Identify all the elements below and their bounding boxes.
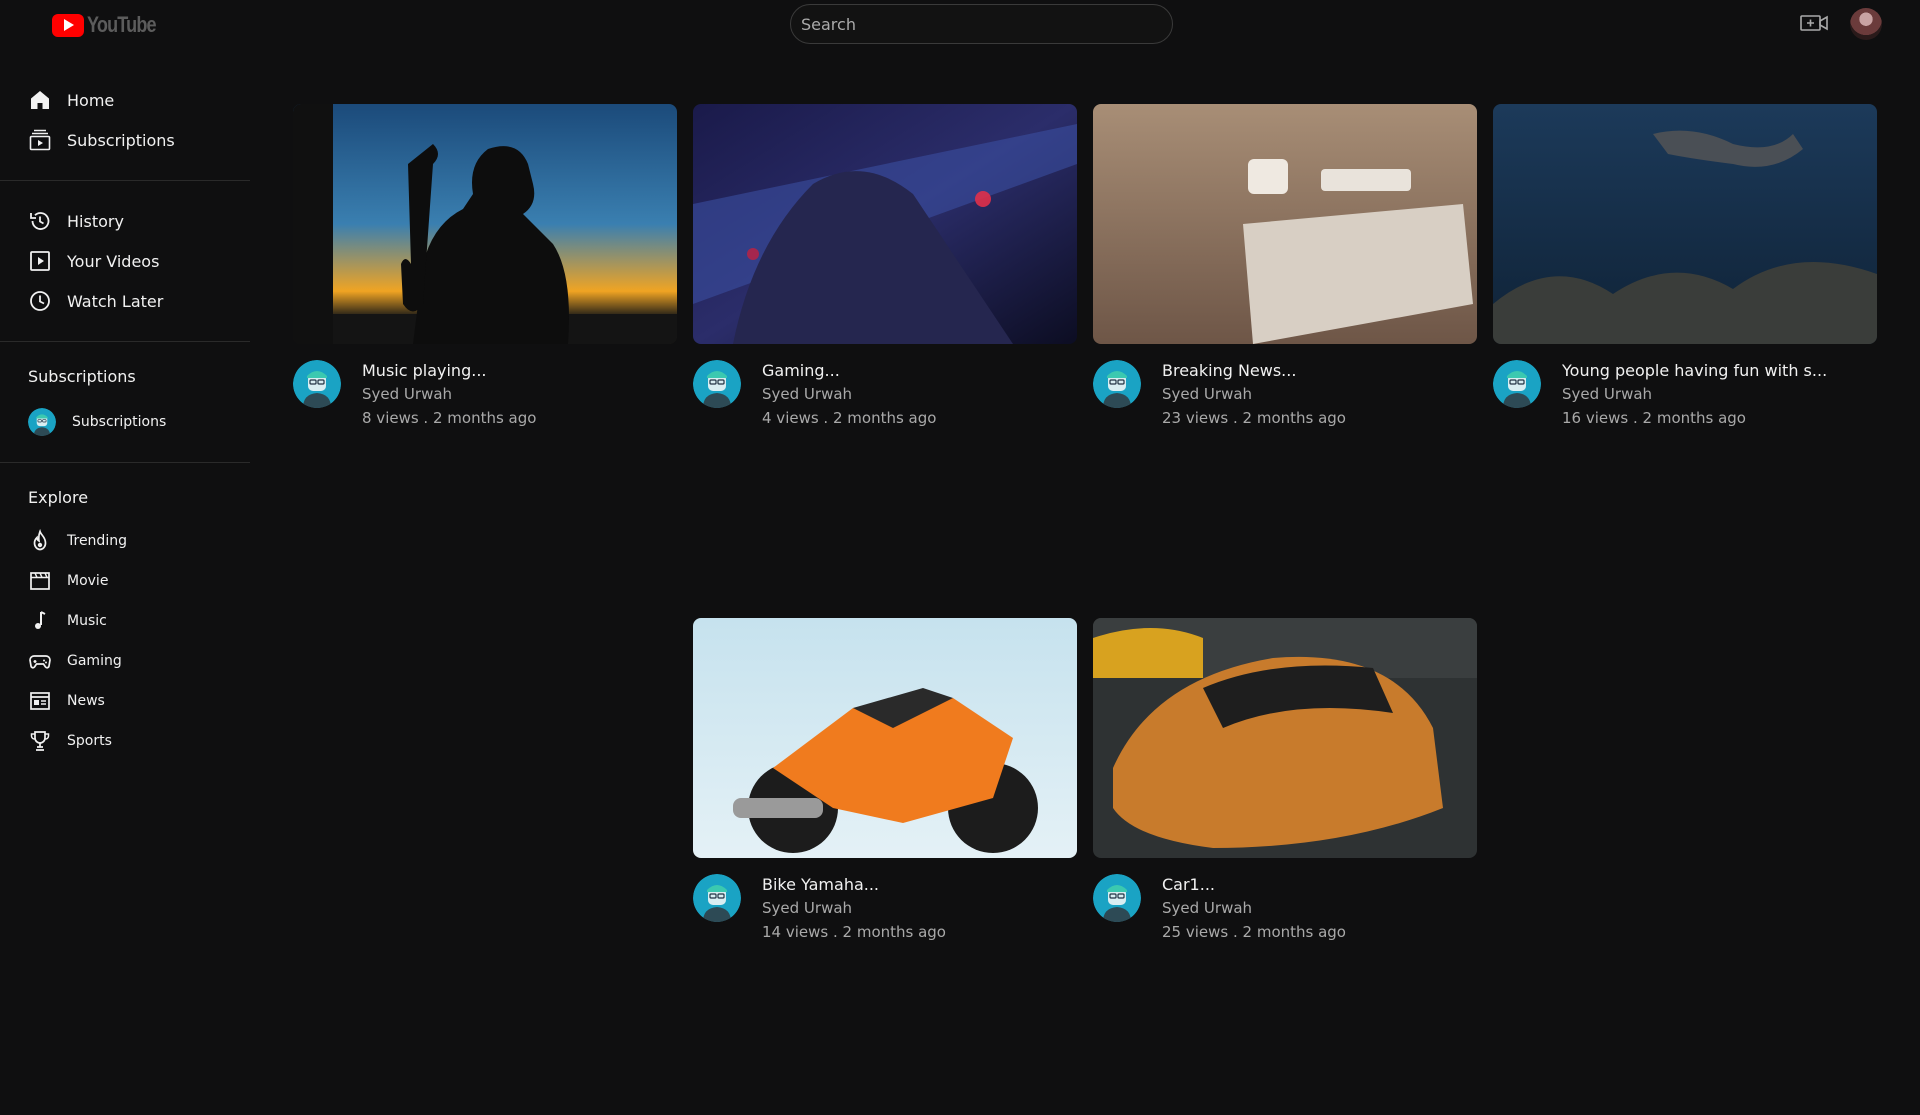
newspaper-icon [30, 692, 50, 710]
clapperboard-icon [30, 572, 50, 590]
channel-name[interactable]: Syed Urwah [1162, 896, 1346, 921]
fire-icon [33, 529, 47, 551]
video-camera-plus-icon[interactable] [1800, 13, 1828, 33]
sidebar: Home Subscriptions History Your Videos W… [0, 80, 250, 761]
sidebar-item-sports[interactable]: Sports [0, 721, 250, 761]
channel-name[interactable]: Syed Urwah [1162, 382, 1346, 407]
trophy-icon [30, 731, 50, 751]
sidebar-item-label: Gaming [67, 653, 122, 669]
sidebar-item-label: Sports [67, 733, 112, 749]
channel-avatar[interactable] [1493, 360, 1541, 408]
sidebar-divider [0, 462, 250, 463]
video-card[interactable]: Car1... Syed Urwah 25 views . 2 months a… [1093, 618, 1477, 943]
search-input[interactable] [790, 4, 1173, 44]
sidebar-item-watch-later[interactable]: Watch Later [0, 281, 250, 321]
video-stats: 4 views . 2 months ago [762, 409, 937, 427]
video-card[interactable]: Bike Yamaha... Syed Urwah 14 views . 2 m… [693, 618, 1077, 943]
sidebar-item-music[interactable]: Music [0, 601, 250, 641]
sidebar-item-label: News [67, 693, 105, 709]
logo-text: YouTube [87, 12, 157, 37]
video-thumbnail[interactable] [693, 618, 1077, 858]
video-title[interactable]: Gaming... [762, 360, 936, 382]
channel-name[interactable]: Syed Urwah [762, 896, 946, 921]
video-title[interactable]: Music playing... [362, 360, 536, 382]
sidebar-item-label: Subscriptions [67, 130, 175, 150]
sidebar-item-home[interactable]: Home [0, 80, 250, 120]
top-bar: YouTube [0, 0, 1920, 50]
sidebar-item-label: Music [67, 613, 107, 629]
sidebar-item-label: Your Videos [67, 251, 160, 271]
video-stats: 25 views . 2 months ago [1162, 923, 1346, 941]
video-title[interactable]: Car1... [1162, 874, 1346, 896]
video-card[interactable]: Breaking News... Syed Urwah 23 views . 2… [1093, 104, 1477, 429]
sidebar-item-news[interactable]: News [0, 681, 250, 721]
channel-avatar [28, 408, 56, 436]
home-icon [31, 91, 49, 109]
video-thumbnail[interactable] [1493, 104, 1877, 344]
sidebar-item-label: Watch Later [67, 291, 164, 311]
channel-avatar[interactable] [693, 360, 741, 408]
channel-avatar[interactable] [293, 360, 341, 408]
music-note-icon [35, 611, 46, 629]
sidebar-item-label: Trending [67, 533, 127, 549]
channel-name[interactable]: Syed Urwah [362, 382, 536, 407]
channel-avatar[interactable] [1093, 874, 1141, 922]
video-stats: 23 views . 2 months ago [1162, 409, 1346, 427]
history-icon [30, 212, 50, 230]
youtube-play-icon [52, 13, 84, 37]
user-avatar[interactable] [1850, 8, 1882, 40]
sidebar-item-label: Movie [67, 573, 109, 589]
channel-avatar[interactable] [693, 874, 741, 922]
video-stats: 16 views . 2 months ago [1562, 409, 1746, 427]
explore-heading: Explore [28, 488, 89, 507]
sidebar-item-subscriptions[interactable]: Subscriptions [0, 120, 250, 160]
channel-name[interactable]: Syed Urwah [762, 382, 936, 407]
sidebar-item-trending[interactable]: Trending [0, 521, 250, 561]
your-videos-icon [30, 251, 50, 271]
sidebar-item-history[interactable]: History [0, 201, 250, 241]
video-card[interactable]: Music playing... Syed Urwah 8 views . 2 … [293, 104, 677, 429]
sidebar-divider [0, 180, 250, 181]
video-thumbnail[interactable] [1093, 618, 1477, 858]
video-card[interactable]: Young people having fun with s... Syed U… [1493, 104, 1877, 429]
video-title[interactable]: Young people having fun with s... [1562, 360, 1827, 382]
sidebar-item-label: History [67, 211, 124, 231]
subscriptions-heading: Subscriptions [28, 367, 136, 386]
video-title[interactable]: Breaking News... [1162, 360, 1346, 382]
video-stats: 8 views . 2 months ago [362, 409, 537, 427]
video-stats: 14 views . 2 months ago [762, 923, 946, 941]
sidebar-item-your-videos[interactable]: Your Videos [0, 241, 250, 281]
youtube-logo[interactable]: YouTube [52, 12, 171, 38]
channel-name[interactable]: Syed Urwah [1562, 382, 1827, 407]
video-title[interactable]: Bike Yamaha... [762, 874, 946, 896]
sidebar-item-movie[interactable]: Movie [0, 561, 250, 601]
sidebar-item-label: Home [67, 90, 115, 110]
subscriptions-icon [29, 129, 51, 151]
video-thumbnail[interactable] [1093, 104, 1477, 344]
video-thumbnail[interactable] [293, 104, 677, 344]
video-card[interactable]: Gaming... Syed Urwah 4 views . 2 months … [693, 104, 1077, 429]
sidebar-subscription-channel[interactable]: Subscriptions [0, 402, 250, 442]
sidebar-divider [0, 341, 250, 342]
sidebar-item-gaming[interactable]: Gaming [0, 641, 250, 681]
video-thumbnail[interactable] [693, 104, 1077, 344]
channel-avatar[interactable] [1093, 360, 1141, 408]
clock-icon [30, 291, 50, 311]
gamepad-icon [29, 655, 51, 669]
subscription-label: Subscriptions [72, 414, 167, 430]
